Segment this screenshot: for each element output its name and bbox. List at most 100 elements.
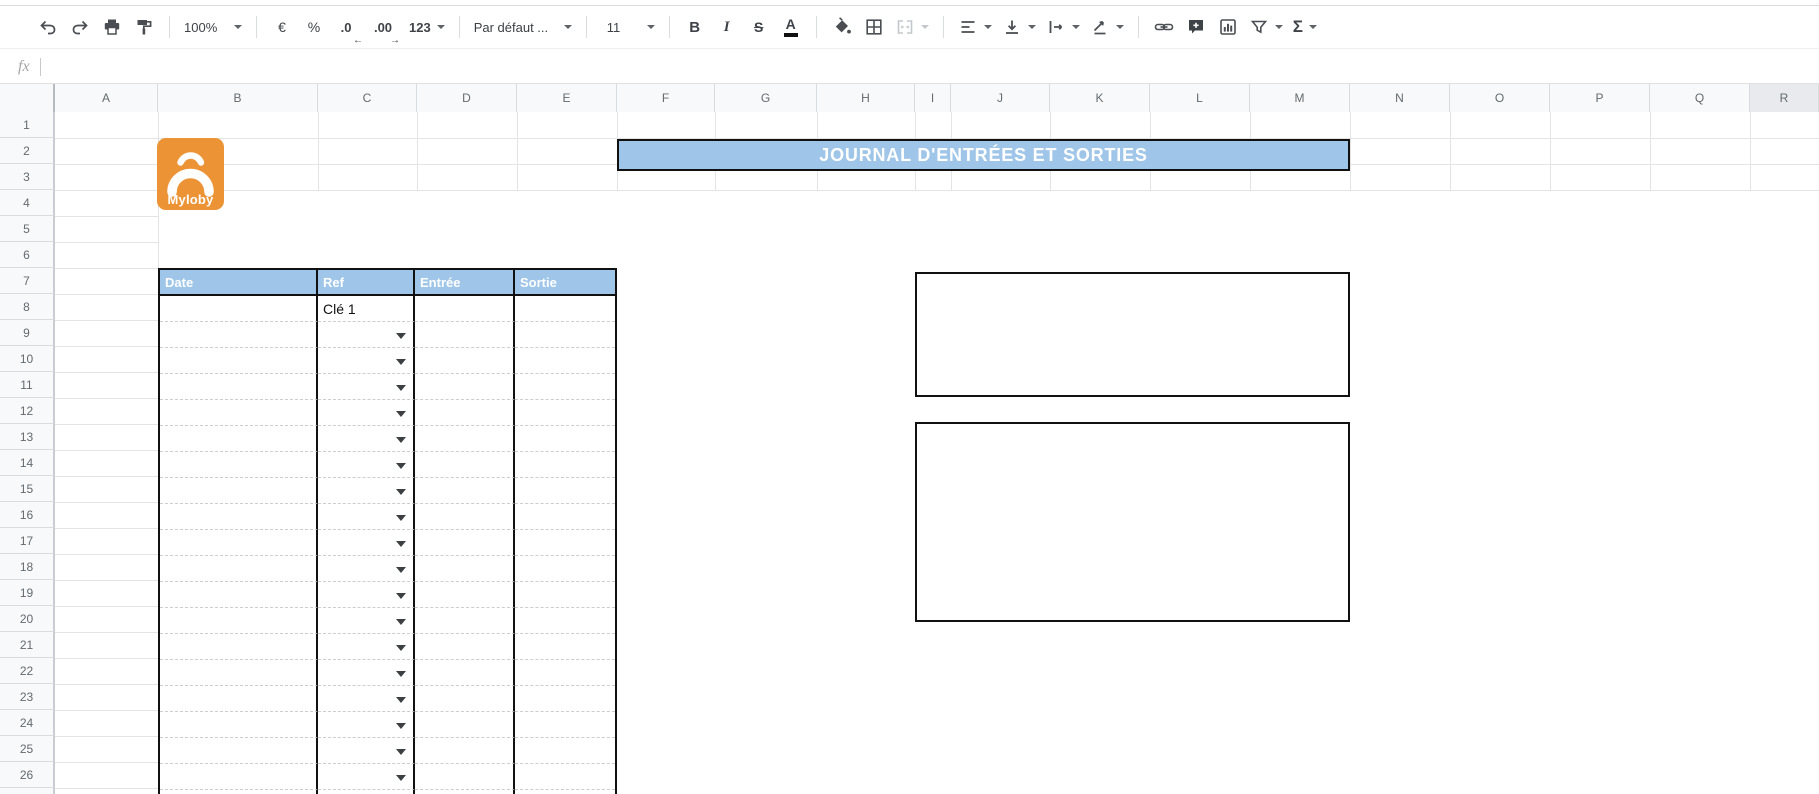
drawing-box-1[interactable] (915, 272, 1350, 397)
cell-sortie-row20[interactable] (515, 608, 615, 634)
dropdown-arrow-icon[interactable] (396, 359, 406, 365)
cell-ref-row23[interactable] (318, 686, 415, 712)
cell-date-row18[interactable] (160, 556, 318, 582)
drawing-box-2[interactable] (915, 422, 1350, 622)
cell-date-row25[interactable] (160, 738, 318, 764)
cell-entree-row13[interactable] (415, 426, 515, 452)
paint-format-button[interactable] (131, 11, 157, 43)
cell-entree-row19[interactable] (415, 582, 515, 608)
table-header-entree[interactable]: Entrée (415, 270, 515, 294)
row-header-16[interactable]: 16 (0, 502, 55, 528)
strikethrough-button[interactable]: S (746, 11, 772, 43)
cell-entree-row21[interactable] (415, 634, 515, 660)
insert-link-button[interactable] (1151, 11, 1177, 43)
column-header-M[interactable]: M (1250, 84, 1350, 112)
row-header-17[interactable]: 17 (0, 528, 55, 554)
column-header-J[interactable]: J (951, 84, 1050, 112)
cell-entree-row17[interactable] (415, 530, 515, 556)
myloby-logo[interactable]: Myloby (157, 138, 224, 210)
row-header-5[interactable]: 5 (0, 216, 55, 242)
row-header-14[interactable]: 14 (0, 450, 55, 476)
cell-date-row10[interactable] (160, 348, 318, 374)
cell-entree-row18[interactable] (415, 556, 515, 582)
cell-ref-row25[interactable] (318, 738, 415, 764)
cell-ref-row27[interactable] (318, 790, 415, 794)
print-button[interactable] (99, 11, 125, 43)
row-header-11[interactable]: 11 (0, 372, 55, 398)
insert-comment-button[interactable] (1183, 11, 1209, 43)
cell-entree-row12[interactable] (415, 400, 515, 426)
cell-ref-row17[interactable] (318, 530, 415, 556)
dropdown-arrow-icon[interactable] (396, 385, 406, 391)
column-header-E[interactable]: E (517, 84, 617, 112)
insert-chart-button[interactable] (1215, 11, 1241, 43)
cell-sortie-row13[interactable] (515, 426, 615, 452)
cell-entree-row23[interactable] (415, 686, 515, 712)
cell-date-row8[interactable] (160, 296, 318, 322)
row-header-15[interactable]: 15 (0, 476, 55, 502)
dropdown-arrow-icon[interactable] (396, 515, 406, 521)
cell-date-row15[interactable] (160, 478, 318, 504)
row-header-2[interactable]: 2 (0, 138, 55, 164)
redo-button[interactable] (67, 11, 93, 43)
row-header-20[interactable]: 20 (0, 606, 55, 632)
vertical-align-button[interactable] (1000, 11, 1038, 43)
cell-ref-row10[interactable] (318, 348, 415, 374)
column-header-N[interactable]: N (1350, 84, 1450, 112)
dropdown-arrow-icon[interactable] (396, 697, 406, 703)
column-header-G[interactable]: G (715, 84, 817, 112)
borders-button[interactable] (861, 11, 887, 43)
row-header-23[interactable]: 23 (0, 684, 55, 710)
cell-ref-row19[interactable] (318, 582, 415, 608)
row-header-6[interactable]: 6 (0, 242, 55, 268)
dropdown-arrow-icon[interactable] (396, 437, 406, 443)
title-banner-cell[interactable]: JOURNAL D'ENTRÉES ET SORTIES (617, 139, 1350, 171)
dropdown-arrow-icon[interactable] (396, 749, 406, 755)
cell-date-row23[interactable] (160, 686, 318, 712)
column-header-B[interactable]: B (158, 84, 318, 112)
cell-sortie-row21[interactable] (515, 634, 615, 660)
dropdown-arrow-icon[interactable] (396, 463, 406, 469)
column-header-I[interactable]: I (915, 84, 951, 112)
undo-button[interactable] (35, 11, 61, 43)
row-header-8[interactable]: 8 (0, 294, 55, 320)
cell-ref-row8[interactable]: Clé 1 (318, 296, 415, 322)
cell-date-row16[interactable] (160, 504, 318, 530)
row-header-21[interactable]: 21 (0, 632, 55, 658)
increase-decimal-button[interactable]: .00 → (370, 11, 396, 43)
dropdown-arrow-icon[interactable] (396, 645, 406, 651)
cell-date-row14[interactable] (160, 452, 318, 478)
dropdown-arrow-icon[interactable] (396, 619, 406, 625)
cell-sortie-row9[interactable] (515, 322, 615, 348)
column-header-D[interactable]: D (417, 84, 517, 112)
cell-entree-row9[interactable] (415, 322, 515, 348)
cell-sortie-row14[interactable] (515, 452, 615, 478)
cell-sortie-row8[interactable] (515, 296, 615, 322)
cell-sortie-row25[interactable] (515, 738, 615, 764)
row-header-4[interactable]: 4 (0, 190, 55, 216)
cell-sortie-row23[interactable] (515, 686, 615, 712)
dropdown-arrow-icon[interactable] (396, 489, 406, 495)
dropdown-arrow-icon[interactable] (396, 723, 406, 729)
decrease-decimal-button[interactable]: .0 ← (333, 11, 359, 43)
text-wrap-button[interactable] (1044, 11, 1082, 43)
select-all-corner[interactable] (0, 84, 55, 112)
cell-ref-row24[interactable] (318, 712, 415, 738)
fill-color-button[interactable] (829, 11, 855, 43)
format-percent-button[interactable]: % (301, 11, 327, 43)
dropdown-arrow-icon[interactable] (396, 593, 406, 599)
cell-ref-row21[interactable] (318, 634, 415, 660)
column-header-L[interactable]: L (1150, 84, 1250, 112)
cell-entree-row10[interactable] (415, 348, 515, 374)
cell-sortie-row15[interactable] (515, 478, 615, 504)
row-header-27[interactable]: 27 (0, 788, 55, 794)
cell-ref-row13[interactable] (318, 426, 415, 452)
row-header-18[interactable]: 18 (0, 554, 55, 580)
dropdown-arrow-icon[interactable] (396, 775, 406, 781)
dropdown-arrow-icon[interactable] (396, 333, 406, 339)
dropdown-arrow-icon[interactable] (396, 411, 406, 417)
cell-entree-row27[interactable] (415, 790, 515, 794)
cell-sortie-row19[interactable] (515, 582, 615, 608)
row-header-13[interactable]: 13 (0, 424, 55, 450)
cell-date-row20[interactable] (160, 608, 318, 634)
